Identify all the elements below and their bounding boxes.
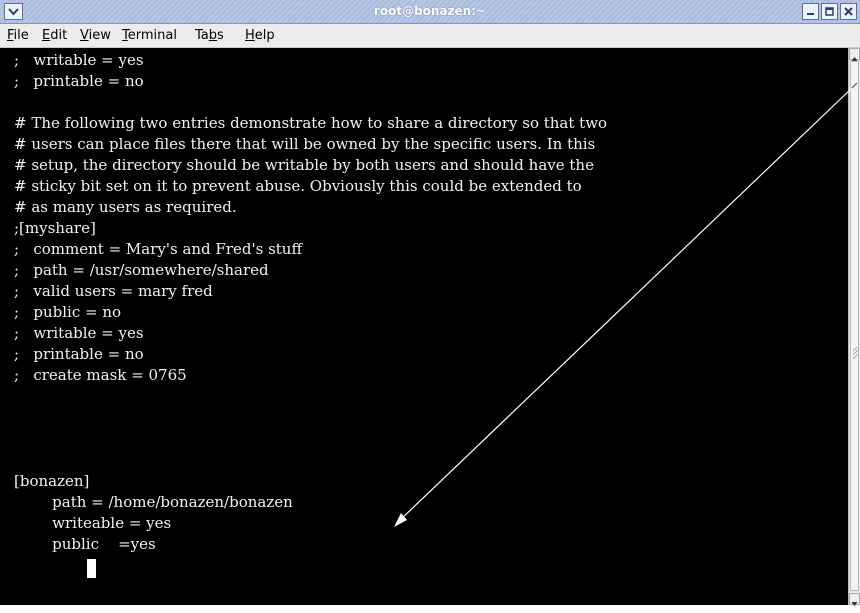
terminal-line: # The following two entries demonstrate … [14, 114, 608, 132]
menu-tabs[interactable]: Tabs [195, 28, 224, 43]
menu-terminal[interactable]: Terminal [122, 28, 177, 43]
terminal-line: ; comment = Mary's and Fred's stuff [14, 240, 303, 258]
menu-view-label: iew [88, 28, 111, 43]
title-bar[interactable]: root@bonazen:~ [0, 0, 860, 24]
menu-terminal-label: erminal [127, 28, 177, 43]
menu-view[interactable]: View [80, 28, 111, 43]
arrow-down-icon [851, 602, 858, 606]
terminal-line: ;[myshare] [14, 219, 96, 237]
terminal-line: # users can place files there that will … [14, 135, 596, 153]
scrollbar-thumb[interactable] [850, 61, 859, 591]
terminal-line: # sticky bit set on it to prevent abuse.… [14, 177, 582, 195]
menu-file-label: ile [13, 28, 29, 43]
terminal-line: public =yes [14, 535, 156, 553]
menu-view-mnemonic: V [80, 28, 89, 43]
terminal-line: ; writable = yes [14, 51, 144, 69]
menu-help-label: elp [254, 28, 275, 43]
minimize-button[interactable] [802, 3, 819, 20]
vertical-scrollbar[interactable] [848, 48, 860, 606]
menu-tabs-label-pre: Ta [195, 28, 209, 43]
scroll-up-button[interactable] [849, 48, 860, 61]
terminal-line: # setup, the directory should be writabl… [14, 156, 594, 174]
menu-edit-mnemonic: E [42, 28, 51, 43]
terminal-line: ; printable = no [14, 72, 144, 90]
terminal-line: writeable = yes [14, 514, 172, 532]
maximize-icon [825, 7, 834, 16]
menu-help-mnemonic: H [245, 28, 255, 43]
menu-help[interactable]: Help [245, 28, 275, 43]
grip-icon [853, 347, 858, 359]
close-button[interactable] [840, 3, 857, 20]
minimize-icon [807, 13, 814, 15]
menu-edit-label: dit [50, 28, 68, 43]
terminal-line: [bonazen] [14, 472, 90, 490]
menu-file[interactable]: File [7, 28, 29, 43]
terminal-line: # as many users as required. [14, 198, 237, 216]
terminal-line: ; create mask = 0765 [14, 366, 187, 384]
terminal-line: ; writable = yes [14, 324, 144, 342]
menu-edit[interactable]: Edit [42, 28, 67, 43]
menu-tabs-label: s [217, 28, 224, 43]
scroll-down-button[interactable] [849, 593, 860, 606]
window-title: root@bonazen:~ [373, 4, 487, 18]
terminal-line: ; path = /usr/somewhere/shared [14, 261, 269, 279]
close-icon [844, 7, 853, 16]
maximize-button[interactable] [821, 3, 838, 20]
terminal-output[interactable]: ; writable = yes ; printable = no # The … [0, 48, 848, 605]
menu-tabs-mnemonic: b [208, 28, 218, 43]
menu-bar: File Edit View Terminal Tabs Help [0, 24, 860, 48]
terminal-line: path = /home/bonazen/bonazen [14, 493, 293, 511]
text-cursor [87, 559, 96, 578]
terminal-line: ; public = no [14, 303, 122, 321]
terminal-line: ; valid users = mary fred [14, 282, 213, 300]
terminal-line: ; printable = no [14, 345, 144, 363]
